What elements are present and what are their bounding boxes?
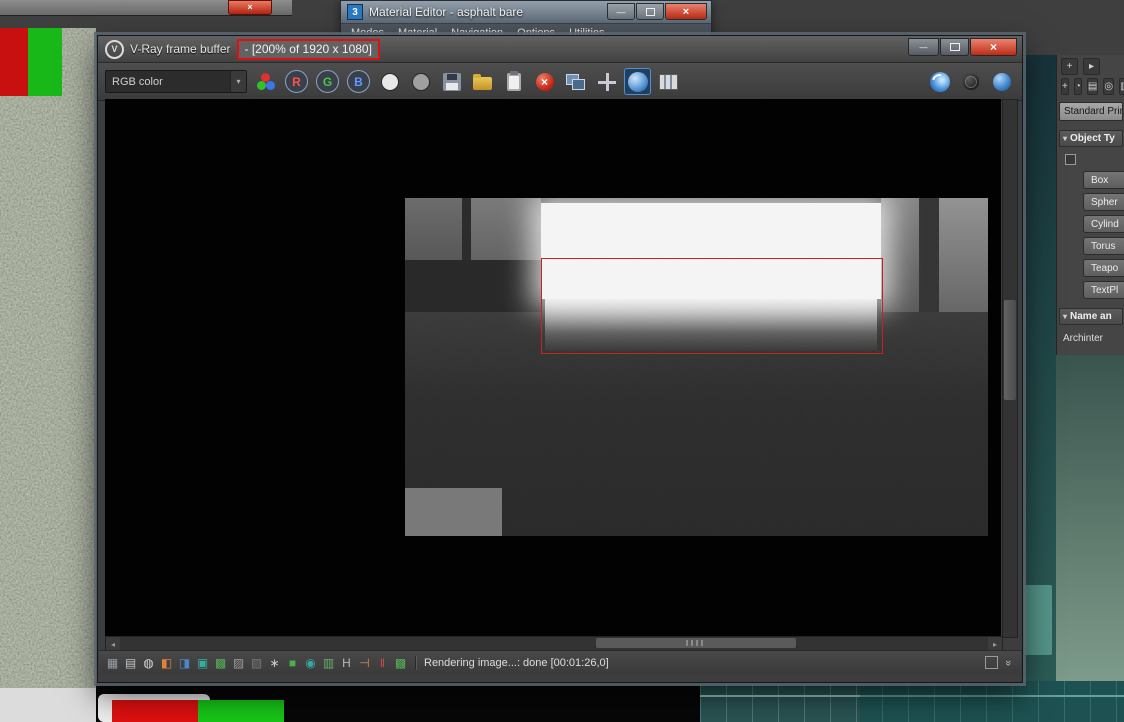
display-tab-icon[interactable]: ▥ <box>1119 78 1124 95</box>
vray-logo-icon <box>105 39 124 59</box>
dark-hatch-icon[interactable]: ▧ <box>249 655 264 670</box>
expand-statusbar-button[interactable] <box>1002 656 1014 670</box>
render-last-button[interactable] <box>988 68 1015 95</box>
green-square-icon[interactable]: ■ <box>285 655 300 670</box>
create-spher-button[interactable]: Spher <box>1083 193 1124 211</box>
clear-image-button[interactable] <box>531 68 558 95</box>
save-image-button[interactable] <box>438 68 465 95</box>
green-color-chip <box>198 700 284 722</box>
blue-split-icon[interactable]: ◨ <box>177 655 192 670</box>
gray-hatch-icon[interactable]: ▨ <box>231 655 246 670</box>
viewport-corner <box>1056 355 1124 722</box>
lens-effects-button[interactable] <box>926 68 953 95</box>
viewport-edge <box>1020 55 1056 722</box>
maximize-button[interactable] <box>940 38 969 56</box>
compare-columns-button[interactable] <box>655 68 682 95</box>
scroll-left-arrow[interactable] <box>106 637 120 651</box>
alpha-channel-button[interactable] <box>376 68 403 95</box>
material-preview-texture <box>0 28 96 688</box>
texture-bottom-fragment <box>0 688 96 722</box>
chevron-down-icon[interactable] <box>230 71 246 92</box>
background-window-titlebar[interactable]: × <box>0 0 292 16</box>
create-box-button[interactable]: Box <box>1083 171 1124 189</box>
red-swatch <box>0 28 28 96</box>
material-editor-titlebar[interactable]: 3 Material Editor - asphalt bare — × <box>341 1 711 24</box>
duplicate-to-host-button[interactable] <box>562 68 589 95</box>
green-channel-button[interactable]: G <box>314 68 341 95</box>
vertical-scrollbar-thumb[interactable] <box>1004 300 1016 400</box>
object-type-rollout[interactable]: Object Ty <box>1059 130 1123 147</box>
material-editor-title: Material Editor - asphalt bare <box>369 5 524 19</box>
close-button[interactable]: × <box>665 3 707 20</box>
hierarchy-tab-icon[interactable]: ▤ <box>1086 78 1099 95</box>
create-teapo-button[interactable]: Teapo <box>1083 259 1124 277</box>
red-color-chip <box>112 700 198 722</box>
resize-icon[interactable]: ⊣ <box>357 655 372 670</box>
create-cylind-button[interactable]: Cylind <box>1083 215 1124 233</box>
green-grid-icon[interactable]: ▩ <box>213 655 228 670</box>
close-button[interactable] <box>970 38 1017 56</box>
render-status-text: Rendering image...: done [00:01:26,0] <box>424 656 609 669</box>
arrow-icon[interactable]: ▸ <box>1083 58 1100 75</box>
checker-icon[interactable]: ▩ <box>393 655 408 670</box>
orange-split-icon[interactable]: ◧ <box>159 655 174 670</box>
monochrome-button[interactable] <box>407 68 434 95</box>
minimize-button[interactable] <box>908 38 939 56</box>
info-icon[interactable]: ◍ <box>141 655 156 670</box>
layers-icon[interactable]: ▤ <box>123 655 138 670</box>
viewport-grid-fragment <box>700 681 1124 722</box>
region-render-button[interactable] <box>624 68 651 95</box>
vfb-title: V-Ray frame buffer <box>130 42 231 56</box>
motion-tab-icon[interactable]: ◎ <box>1103 78 1115 95</box>
rendered-image <box>405 198 988 536</box>
close-button[interactable]: × <box>228 0 272 15</box>
vray-frame-buffer-window: V-Ray frame buffer - [200% of 1920 x 108… <box>97 35 1023 683</box>
lens-circle-icon[interactable]: ◉ <box>303 655 318 670</box>
grid-layout-icon[interactable]: ▦ <box>105 655 120 670</box>
channel-dropdown-value: RGB color <box>112 75 163 88</box>
floor-patch <box>405 488 502 536</box>
pin-stack-icon[interactable]: + <box>1061 58 1078 75</box>
scroll-right-arrow[interactable] <box>988 637 1002 651</box>
vfb-toolbar: RGB color RGB <box>98 63 1022 101</box>
channel-dropdown[interactable]: RGB color <box>105 70 247 93</box>
dock-button[interactable] <box>985 656 998 669</box>
maximize-button[interactable] <box>636 3 664 20</box>
viewport-scrollbar[interactable] <box>1024 585 1052 655</box>
red-channel-button[interactable]: R <box>283 68 310 95</box>
vertical-scrollbar[interactable] <box>1002 99 1018 638</box>
blue-channel-button[interactable]: B <box>345 68 372 95</box>
command-panel: +▸ +◔▤◎▥ Standard Prim Object Ty BoxSphe… <box>1056 55 1124 355</box>
snowflake-icon[interactable]: ∗ <box>267 655 282 670</box>
wall-panel <box>405 198 462 260</box>
create-textpl-button[interactable]: TextPl <box>1083 281 1124 299</box>
horizontal-scrollbar-thumb[interactable] <box>596 638 796 648</box>
film-icon[interactable]: ▥ <box>321 655 336 670</box>
clipboard-button[interactable] <box>500 68 527 95</box>
category-dropdown[interactable]: Standard Prim <box>1059 102 1123 121</box>
desktop: × 3 Material Editor - asphalt bare — × M… <box>0 0 1124 722</box>
stereo-globe-button[interactable] <box>957 68 984 95</box>
green-swatch <box>28 28 62 96</box>
object-name-field[interactable]: Archinter <box>1063 333 1124 344</box>
create-tab-icon[interactable]: + <box>1061 78 1069 95</box>
name-and-color-rollout[interactable]: Name an <box>1059 308 1123 325</box>
minimize-button[interactable]: — <box>607 3 635 20</box>
open-image-button[interactable] <box>469 68 496 95</box>
track-mouse-button[interactable] <box>593 68 620 95</box>
vfb-titlebar[interactable]: V-Ray frame buffer - [200% of 1920 x 108… <box>98 36 1022 63</box>
teal-panel-icon[interactable]: ▣ <box>195 655 210 670</box>
vfb-statusbar: ▦ ▤ ◍ ◧ ◨ ▣ ▩ ▨ ▧ ∗ ■ ◉ ▥ H ⊣ ‖ ▩ Rendering image...: do… <box>99 650 1021 674</box>
pause-icon[interactable]: ‖ <box>375 655 390 670</box>
autogrid-checkbox[interactable] <box>1065 153 1076 165</box>
3dsmax-logo-icon: 3 <box>347 4 363 20</box>
modify-tab-icon[interactable]: ◔ <box>1073 78 1082 95</box>
create-torus-button[interactable]: Torus <box>1083 237 1124 255</box>
region-render-rectangle[interactable] <box>541 258 883 354</box>
zoom-level-highlight: - [200% of 1920 x 1080] <box>236 38 380 60</box>
render-canvas[interactable] <box>105 99 1001 636</box>
letter-h-icon[interactable]: H <box>339 655 354 670</box>
rgb-channels-icon[interactable] <box>252 68 279 95</box>
